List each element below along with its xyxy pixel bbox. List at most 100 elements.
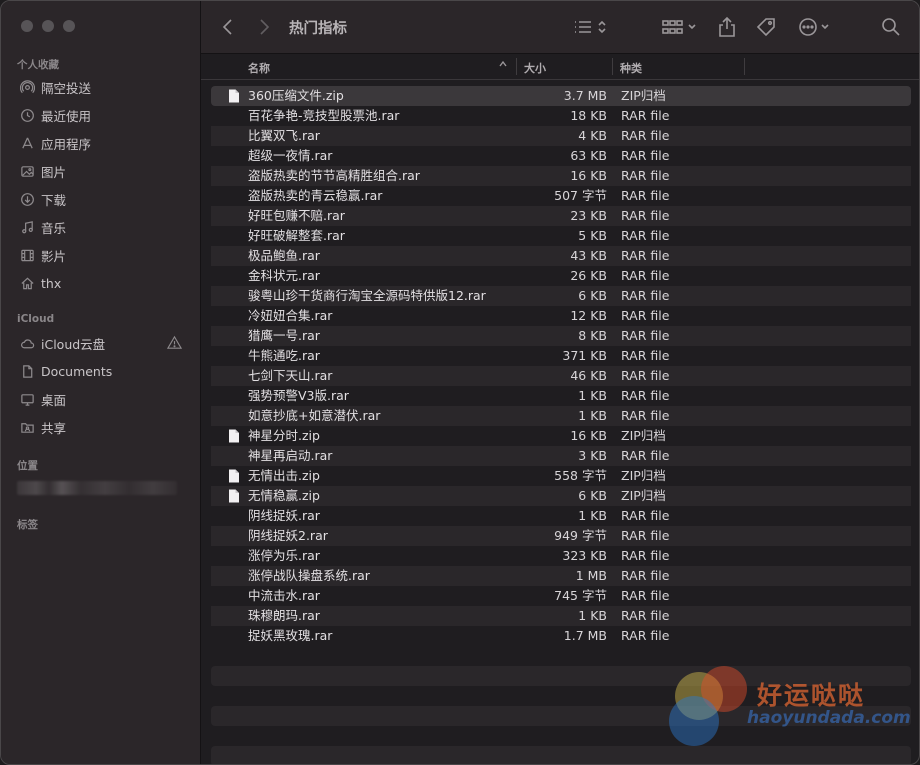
file-document-icon	[228, 469, 240, 483]
file-size: 8 KB	[578, 328, 607, 343]
sidebar-icloud-item[interactable]: Documents	[19, 360, 189, 382]
file-name: 好旺破解整套.rar	[248, 228, 345, 243]
file-row[interactable]: 阴线捉妖.rar 1 KB RAR file	[211, 506, 911, 526]
file-size: 4 KB	[578, 128, 607, 143]
file-row[interactable]: 超级一夜情.rar 63 KB RAR file	[211, 146, 911, 166]
column-divider[interactable]	[516, 58, 517, 75]
file-size: 323 KB	[562, 548, 607, 563]
file-kind: RAR file	[621, 368, 670, 383]
file-row[interactable]: 珠穆朗玛.rar 1 KB RAR file	[211, 606, 911, 626]
file-row[interactable]: 冷妞妞合集.rar 12 KB RAR file	[211, 306, 911, 326]
file-name: 百花争艳-竞技型股票池.rar	[248, 108, 400, 123]
file-kind: RAR file	[621, 148, 670, 163]
toolbar: 热门指标	[201, 1, 919, 54]
file-row[interactable]: 好旺包赚不赔.rar 23 KB RAR file	[211, 206, 911, 226]
file-kind: RAR file	[621, 308, 670, 323]
download-icon	[19, 191, 35, 207]
sidebar-icloud-item-label: 共享	[41, 420, 67, 436]
column-divider[interactable]	[744, 58, 745, 75]
sort-ascending-icon[interactable]	[498, 59, 508, 72]
column-name[interactable]: 名称	[248, 60, 270, 76]
airdrop-icon	[19, 79, 35, 95]
sidebar-favorite-item[interactable]: 下载	[19, 188, 189, 210]
file-kind: RAR file	[621, 388, 670, 403]
sidebar-favorite-item[interactable]: 隔空投送	[19, 76, 189, 98]
file-row[interactable]: 金科状元.rar 26 KB RAR file	[211, 266, 911, 286]
file-row[interactable]: 涨停战队操盘系统.rar 1 MB RAR file	[211, 566, 911, 586]
search-button[interactable]	[881, 15, 901, 39]
finder-window: 个人收藏 隔空投送 最近使用 应用程序 图片 下载 音乐 影片 thx iCloud iClo…	[0, 0, 920, 765]
sidebar-icloud-item-label: iCloud云盘	[41, 336, 106, 352]
file-row[interactable]: 盗版热卖的节节高精胜组合.rar 16 KB RAR file	[211, 166, 911, 186]
file-kind: RAR file	[621, 588, 670, 603]
file-kind: RAR file	[621, 348, 670, 363]
file-row[interactable]: 阴线捉妖2.rar 949 字节 RAR file	[211, 526, 911, 546]
file-row[interactable]: 七剑下天山.rar 46 KB RAR file	[211, 366, 911, 386]
warning-icon[interactable]	[166, 335, 183, 351]
file-kind: RAR file	[621, 328, 670, 343]
file-size: 63 KB	[570, 148, 607, 163]
minimize-window-button[interactable]	[42, 20, 54, 32]
sidebar-favorite-item[interactable]: thx	[19, 272, 189, 294]
file-row[interactable]: 捉妖黑玫瑰.rar 1.7 MB RAR file	[211, 626, 911, 646]
tag-button[interactable]	[755, 15, 777, 39]
file-name: 金科状元.rar	[248, 268, 320, 283]
column-kind[interactable]: 种类	[620, 60, 642, 76]
file-name: 好旺包赚不赔.rar	[248, 208, 345, 223]
window-controls	[21, 20, 75, 32]
zoom-window-button[interactable]	[63, 20, 75, 32]
location-item-redacted[interactable]	[17, 481, 177, 495]
column-size[interactable]: 大小	[524, 60, 546, 76]
sidebar-favorite-item[interactable]: 应用程序	[19, 132, 189, 154]
sidebar-favorite-item-label: 下载	[41, 192, 67, 208]
file-name: 极品鲍鱼.rar	[248, 248, 320, 263]
file-size: 12 KB	[570, 308, 607, 323]
file-row[interactable]: 无情出击.zip 558 字节 ZIP归档	[211, 466, 911, 486]
file-name: 无情出击.zip	[248, 468, 320, 483]
file-size: 3.7 MB	[563, 88, 607, 103]
close-window-button[interactable]	[21, 20, 33, 32]
file-row[interactable]: 中流击水.rar 745 字节 RAR file	[211, 586, 911, 606]
view-mode-list-button[interactable]	[571, 15, 611, 39]
sidebar-icloud-item[interactable]: 共享	[19, 416, 189, 438]
file-row[interactable]: 猎鹰一号.rar 8 KB RAR file	[211, 326, 911, 346]
file-row[interactable]: 无情稳赢.zip 6 KB ZIP归档	[211, 486, 911, 506]
list-view-icon	[575, 20, 606, 34]
file-row[interactable]: 比翼双飞.rar 4 KB RAR file	[211, 126, 911, 146]
file-kind: RAR file	[621, 128, 670, 143]
ellipsis-circle-icon	[799, 18, 829, 36]
more-actions-button[interactable]	[797, 15, 837, 39]
file-row[interactable]: 极品鲍鱼.rar 43 KB RAR file	[211, 246, 911, 266]
file-row[interactable]: 好旺破解整套.rar 5 KB RAR file	[211, 226, 911, 246]
file-document-icon	[228, 89, 240, 103]
forward-button[interactable]	[257, 15, 271, 39]
file-row[interactable]: 如意抄底+如意潜伏.rar 1 KB RAR file	[211, 406, 911, 426]
sidebar-favorite-item[interactable]: 最近使用	[19, 104, 189, 126]
sidebar-favorite-item-label: thx	[41, 275, 62, 291]
sidebar-favorite-item[interactable]: 音乐	[19, 216, 189, 238]
file-row[interactable]: 骏粤山珍干货商行淘宝全源码特供版12.rar 6 KB RAR file	[211, 286, 911, 306]
column-divider[interactable]	[612, 58, 613, 75]
file-kind: RAR file	[621, 208, 670, 223]
empty-row	[211, 706, 911, 726]
file-row[interactable]: 神星分时.zip 16 KB ZIP归档	[211, 426, 911, 446]
sidebar-favorite-item[interactable]: 图片	[19, 160, 189, 182]
file-row[interactable]: 盗版热卖的青云稳赢.rar 507 字节 RAR file	[211, 186, 911, 206]
sidebar-favorite-item[interactable]: 影片	[19, 244, 189, 266]
file-size: 16 KB	[570, 428, 607, 443]
sidebar-icloud-item[interactable]: 桌面	[19, 388, 189, 410]
file-row[interactable]: 涨停为乐.rar 323 KB RAR file	[211, 546, 911, 566]
back-button[interactable]	[221, 15, 235, 39]
file-row[interactable]: 360压缩文件.zip 3.7 MB ZIP归档	[211, 86, 911, 106]
file-row[interactable]: 神星再启动.rar 3 KB RAR file	[211, 446, 911, 466]
tags-header: 标签	[17, 519, 38, 531]
share-button[interactable]	[717, 15, 737, 39]
file-row[interactable]: 百花争艳-竞技型股票池.rar 18 KB RAR file	[211, 106, 911, 126]
file-name: 如意抄底+如意潜伏.rar	[248, 408, 381, 423]
file-kind: RAR file	[621, 508, 670, 523]
file-row[interactable]: 强势预警V3版.rar 1 KB RAR file	[211, 386, 911, 406]
file-row[interactable]: 牛熊通吃.rar 371 KB RAR file	[211, 346, 911, 366]
sidebar-icloud-item[interactable]: iCloud云盘	[19, 332, 189, 354]
file-name: 盗版热卖的节节高精胜组合.rar	[248, 168, 420, 183]
group-by-button[interactable]	[661, 15, 699, 39]
